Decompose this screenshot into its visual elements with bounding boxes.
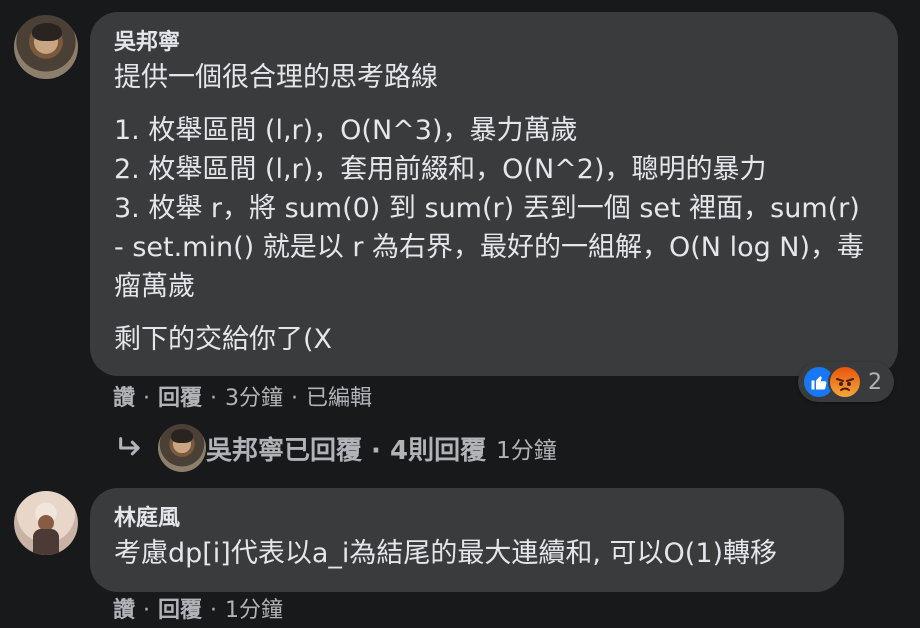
comment-paragraph: 提供一個很合理的思考路線	[114, 62, 438, 93]
edited-label[interactable]: 已編輯	[306, 386, 372, 412]
reply-avatar	[158, 424, 206, 472]
comment-bubble: 林庭風 考慮dp[i]代表以a_i為結尾的最大連續和, 可以O(1)轉移	[90, 488, 844, 592]
comment-bubble: 吳邦寧 提供一個很合理的思考路線 1. 枚舉區間 (l,r)，O(N^3)，暴力…	[90, 12, 898, 376]
angry-icon	[828, 365, 862, 399]
separator: ·	[210, 386, 218, 411]
comment-author[interactable]: 林庭風	[114, 504, 820, 534]
avatar[interactable]	[14, 491, 78, 555]
comment-actions: 讚 · 回覆 · 1分鐘	[113, 598, 283, 624]
timestamp-link[interactable]: 3分鐘	[225, 386, 283, 412]
like-button[interactable]: 讚	[113, 598, 135, 624]
comment-paragraph: 1. 枚舉區間 (l,r)，O(N^3)，暴力萬歲 2. 枚舉區間 (l,r)，…	[114, 115, 865, 302]
separator: ·	[143, 598, 151, 623]
comment-thread: 吳邦寧 提供一個很合理的思考路線 1. 枚舉區間 (l,r)，O(N^3)，暴力…	[0, 0, 920, 628]
comment-paragraph: 考慮dp[i]代表以a_i為結尾的最大連續和, 可以O(1)轉移	[114, 538, 778, 569]
reply-button[interactable]: 回覆	[158, 598, 202, 624]
reaction-count: 2	[868, 369, 882, 395]
reactions-summary[interactable]: 2	[798, 362, 894, 402]
reply-arrow-icon	[119, 437, 140, 456]
comment-paragraph: 剩下的交給你了(X	[114, 324, 333, 355]
separator: ·	[143, 386, 151, 411]
avatar[interactable]	[14, 15, 78, 79]
replies-summary[interactable]: 吳邦寧已回覆 · 4則回覆	[206, 430, 486, 467]
reply-timestamp: 1分鐘	[496, 438, 557, 464]
comment-actions: 讚 · 回覆 · 3分鐘 · 已編輯	[113, 386, 372, 412]
comment-author[interactable]: 吳邦寧	[114, 28, 874, 58]
comment-text: 提供一個很合理的思考路線 1. 枚舉區間 (l,r)，O(N^3)，暴力萬歲 2…	[114, 58, 874, 359]
like-button[interactable]: 讚	[113, 386, 135, 412]
timestamp-link[interactable]: 1分鐘	[225, 598, 283, 624]
comment-text: 考慮dp[i]代表以a_i為結尾的最大連續和, 可以O(1)轉移	[114, 534, 820, 573]
separator: ·	[210, 598, 218, 623]
separator: ·	[291, 386, 299, 411]
reply-button[interactable]: 回覆	[158, 386, 202, 412]
